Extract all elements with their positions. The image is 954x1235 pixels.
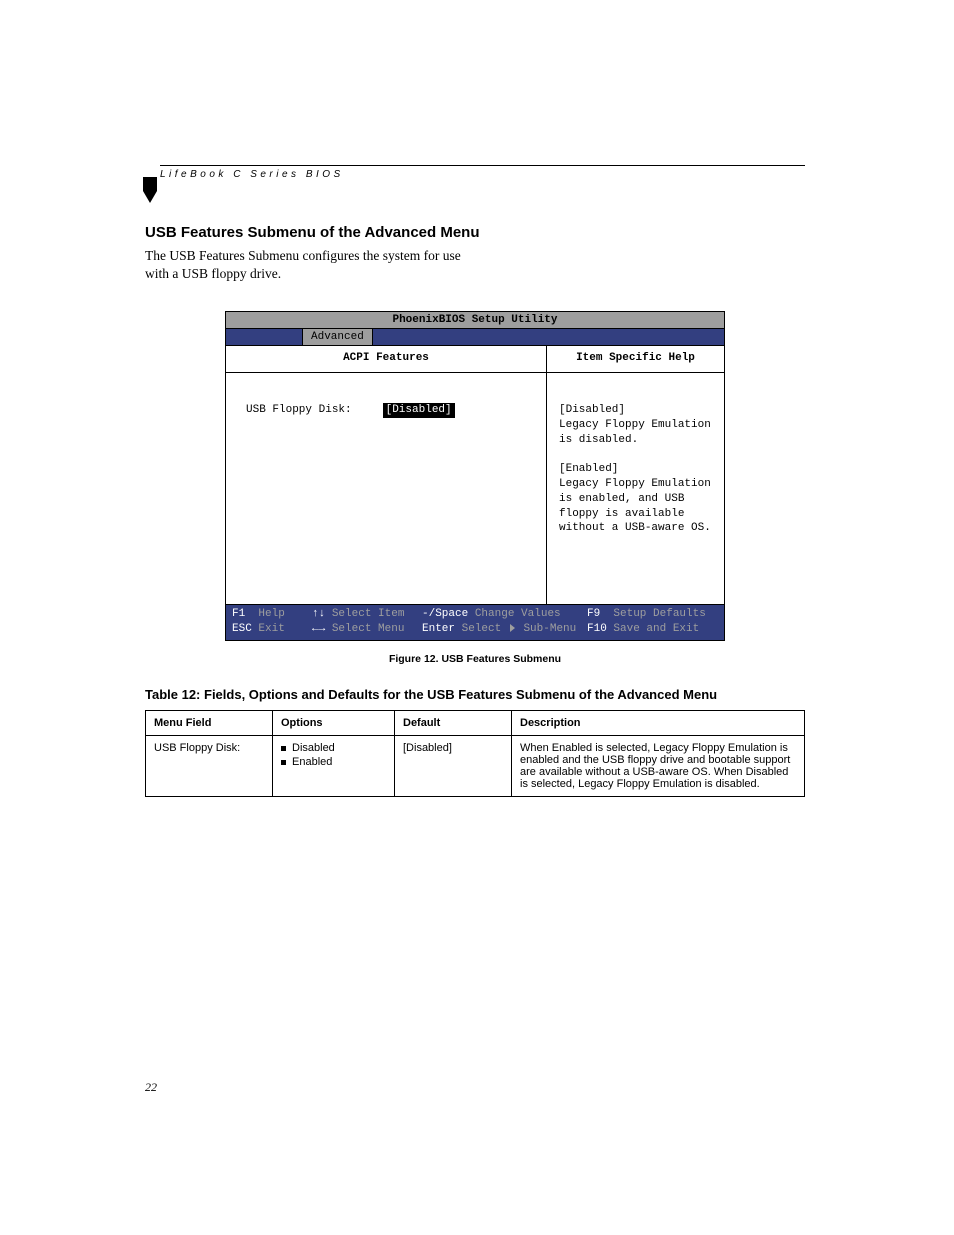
key-f9-label: Setup Defaults (613, 608, 705, 620)
field-value-selected[interactable]: [Disabled] (383, 403, 455, 417)
key-space: -/Space (422, 608, 468, 620)
tab-advanced[interactable]: Advanced (302, 329, 373, 345)
help2-title: [Enabled] (559, 462, 714, 477)
key-f1-label: Help (258, 608, 284, 620)
page-number: 22 (145, 1080, 157, 1095)
key-updown: ↑↓ (312, 608, 325, 620)
page-decor-arrow (143, 177, 163, 205)
key-esc-label: Exit (258, 623, 284, 635)
spec-table: Menu Field Options Default Description U… (145, 710, 805, 797)
cell-default: [Disabled] (395, 736, 512, 797)
bios-help-pane: Item Specific Help [Disabled] Legacy Flo… (547, 346, 724, 604)
th-menu-field: Menu Field (146, 711, 273, 736)
key-esc: ESC (232, 623, 252, 635)
intro-paragraph: The USB Features Submenu configures the … (145, 247, 465, 283)
section-heading: USB Features Submenu of the Advanced Men… (145, 224, 805, 241)
field-label: USB Floppy Disk: (246, 403, 376, 417)
key-updown-label: Select Item (332, 608, 405, 620)
key-f1: F1 (232, 608, 245, 620)
bios-title: PhoenixBIOS Setup Utility (226, 312, 724, 329)
table-title: Table 12: Fields, Options and Defaults f… (145, 687, 805, 702)
bios-footer: F1 Help ↑↓ Select Item -/Space Change Va… (226, 604, 724, 640)
th-default: Default (395, 711, 512, 736)
bios-left-pane: ACPI Features USB Floppy Disk: [Disabled… (226, 346, 547, 604)
bios-tab-bar: Advanced (226, 329, 724, 346)
key-enter: Enter (422, 623, 455, 635)
bios-right-header: Item Specific Help (547, 346, 724, 373)
field-usb-floppy[interactable]: USB Floppy Disk: [Disabled] (246, 403, 536, 417)
key-leftright: ←→ (312, 623, 325, 635)
key-f10-label: Save and Exit (613, 623, 699, 635)
key-leftright-label: Select Menu (332, 623, 405, 635)
cell-description: When Enabled is selected, Legacy Floppy … (512, 736, 805, 797)
key-f9: F9 (587, 608, 600, 620)
bios-screenshot: PhoenixBIOS Setup Utility Advanced ACPI … (225, 311, 725, 641)
help2-body: Legacy Floppy Emulation is enabled, and … (559, 477, 714, 536)
key-f10: F10 (587, 623, 607, 635)
bios-left-header: ACPI Features (226, 346, 546, 373)
triangle-right-icon (510, 624, 515, 632)
running-head: LifeBook C Series BIOS (160, 165, 805, 180)
key-enter-label: Select Sub-Menu (462, 623, 577, 635)
opt-disabled: Disabled (292, 742, 335, 754)
opt-enabled: Enabled (292, 756, 332, 768)
key-space-label: Change Values (475, 608, 561, 620)
table-row: USB Floppy Disk: Disabled Enabled [Disab… (146, 736, 805, 797)
help1-title: [Disabled] (559, 403, 714, 418)
figure-caption: Figure 12. USB Features Submenu (145, 653, 805, 665)
bullet-icon (281, 746, 286, 751)
help1-body: Legacy Floppy Emulation is disabled. (559, 418, 714, 448)
bullet-icon (281, 760, 286, 765)
th-options: Options (273, 711, 395, 736)
th-description: Description (512, 711, 805, 736)
cell-options: Disabled Enabled (273, 736, 395, 797)
cell-field: USB Floppy Disk: (146, 736, 273, 797)
